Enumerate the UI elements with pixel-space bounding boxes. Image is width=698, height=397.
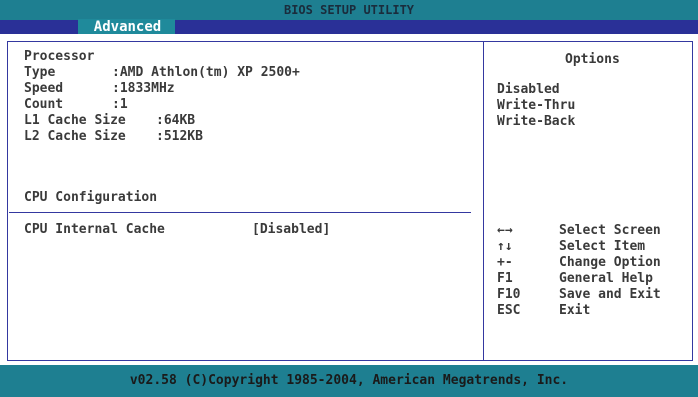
- help-row-change-option: +- Change Option: [497, 255, 687, 271]
- option-write-thru[interactable]: Write-Thru: [497, 98, 575, 114]
- info-label-l2-cache: L2 Cache Size: [24, 129, 126, 144]
- help-row-exit: ESC Exit: [497, 303, 687, 319]
- info-label-speed: Speed: [24, 81, 64, 96]
- cpu-config-heading: CPU Configuration: [24, 190, 158, 205]
- info-value-l1-cache: :64KB: [156, 113, 196, 128]
- info-value-speed: :1833MHz: [112, 81, 175, 96]
- help-desc: Save and Exit: [559, 287, 661, 302]
- processor-heading: Processor: [24, 49, 95, 64]
- up-down-arrows-icon: ↑↓: [497, 239, 513, 254]
- help-row-general-help: F1 General Help: [497, 271, 687, 287]
- help-desc: Select Screen: [559, 223, 661, 238]
- info-value-count: :1: [112, 97, 128, 112]
- cpu-internal-cache-label[interactable]: CPU Internal Cache: [24, 222, 165, 238]
- panel-divider: [483, 42, 484, 360]
- cpu-internal-cache-value[interactable]: [Disabled]: [252, 222, 330, 238]
- info-label-count: Count: [24, 97, 64, 112]
- left-right-arrows-icon: ←→: [497, 223, 513, 238]
- help-desc: Exit: [559, 303, 591, 318]
- help-desc: Change Option: [559, 255, 661, 270]
- help-desc: Select Item: [559, 239, 646, 254]
- utility-title: BIOS SETUP UTILITY: [283, 3, 415, 17]
- info-value-l2-cache: :512KB: [156, 129, 203, 144]
- help-desc: General Help: [559, 271, 653, 286]
- help-row-select-item: ↑↓ Select Item: [497, 239, 687, 255]
- help-key: F1: [497, 271, 513, 286]
- info-label-type: Type: [24, 65, 56, 80]
- help-key: ESC: [497, 303, 521, 318]
- section-divider: [9, 212, 471, 213]
- help-row-save-exit: F10 Save and Exit: [497, 287, 687, 303]
- help-key: F10: [497, 287, 521, 302]
- help-row-select-screen: ←→ Select Screen: [497, 223, 687, 239]
- option-write-back[interactable]: Write-Back: [497, 114, 575, 130]
- help-key: +-: [497, 255, 513, 270]
- info-value-type: :AMD Athlon(tm) XP 2500+: [112, 65, 300, 80]
- info-label-l1-cache: L1 Cache Size: [24, 113, 126, 128]
- options-title: Options: [565, 52, 620, 67]
- copyright-text: v02.58 (C)Copyright 1985-2004, American …: [129, 373, 569, 388]
- option-disabled[interactable]: Disabled: [497, 82, 560, 98]
